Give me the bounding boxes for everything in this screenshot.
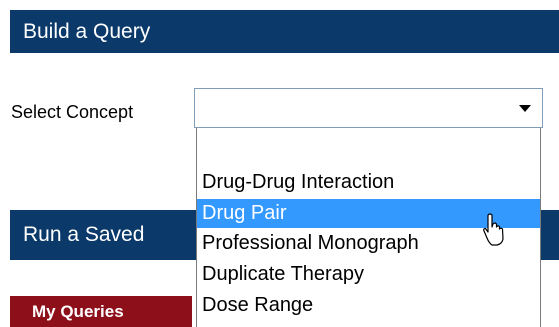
option-blank[interactable] — [197, 137, 540, 166]
select-concept-label: Select Concept — [11, 102, 134, 122]
build-query-header: Build a Query — [10, 10, 559, 53]
option-drug-drug-interaction[interactable]: Drug-Drug Interaction — [197, 168, 540, 197]
option-dose-range[interactable]: Dose Range — [197, 291, 540, 320]
hand-pointer-icon — [483, 213, 504, 246]
tab-my-queries-label: My Queries — [32, 301, 124, 321]
chevron-down-icon[interactable] — [519, 105, 531, 112]
concept-select[interactable] — [194, 88, 543, 128]
build-query-title: Build a Query — [23, 19, 151, 43]
run-saved-title: Run a Saved — [23, 223, 145, 246]
option-duplicate-therapy[interactable]: Duplicate Therapy — [197, 260, 540, 289]
tab-my-queries[interactable]: My Queries — [10, 296, 192, 327]
